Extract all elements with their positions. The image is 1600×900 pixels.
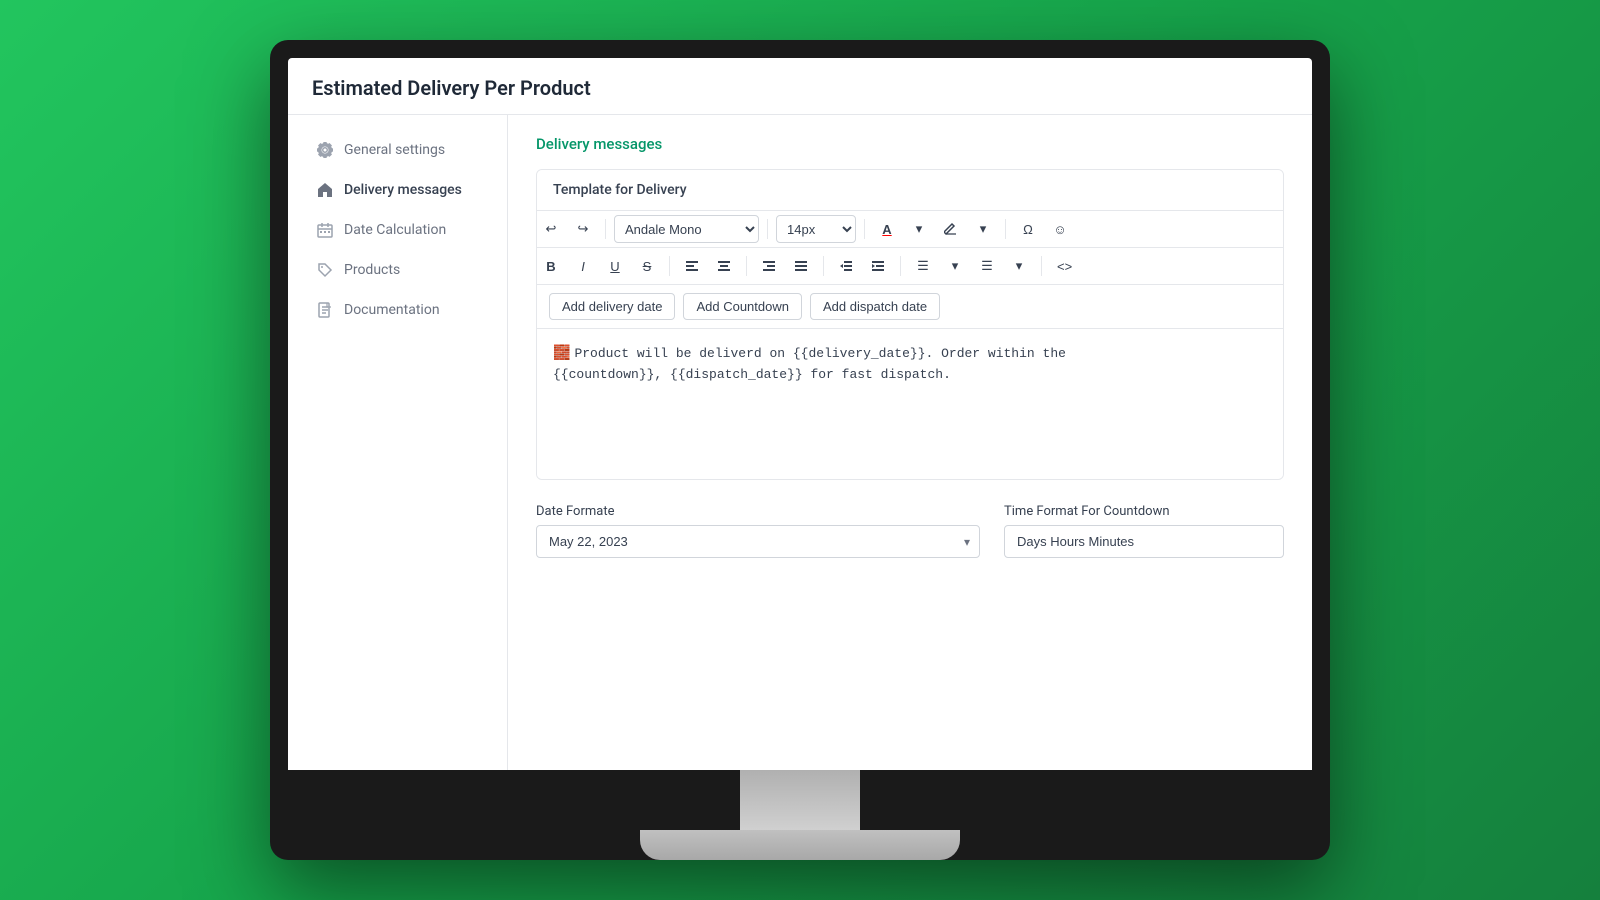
sidebar-item-label: Delivery messages <box>344 182 462 198</box>
date-format-select-wrapper: May 22, 2023 22 May 2023 2023-05-22 ▾ <box>536 525 980 558</box>
toolbar-divider <box>1005 219 1006 239</box>
toolbar-divider <box>767 219 768 239</box>
insert-row: Add delivery date Add Countdown Add disp… <box>537 285 1283 329</box>
indent-button[interactable] <box>864 252 892 280</box>
sidebar-item-label: Products <box>344 262 400 278</box>
time-format-label: Time Format For Countdown <box>1004 504 1284 519</box>
editor-card: Template for Delivery ↩ ↪ Andale Mono Ar… <box>536 169 1284 480</box>
form-row: Date Formate May 22, 2023 22 May 2023 20… <box>536 504 1284 558</box>
highlight-button[interactable] <box>937 215 965 243</box>
sidebar-item-products[interactable]: Products <box>296 251 499 289</box>
justify-button[interactable] <box>787 252 815 280</box>
emoji-button[interactable]: ☺ <box>1046 215 1074 243</box>
align-left-button[interactable] <box>678 252 706 280</box>
editor-content-area[interactable]: 🧱 Product will be deliverd on {{delivery_… <box>537 329 1283 479</box>
bold-button[interactable]: B <box>537 252 565 280</box>
toolbar-divider <box>823 256 824 276</box>
tag-icon <box>316 261 334 279</box>
house-icon <box>316 181 334 199</box>
add-countdown-button[interactable]: Add Countdown <box>683 293 802 320</box>
sidebar-item-documentation[interactable]: Documentation <box>296 291 499 329</box>
align-center-button[interactable] <box>710 252 738 280</box>
monitor-stand-neck <box>740 770 860 830</box>
toolbar-divider <box>1041 256 1042 276</box>
app-title: Estimated Delivery Per Product <box>312 76 1288 100</box>
sidebar-item-label: General settings <box>344 142 445 158</box>
text-color-button[interactable]: A <box>873 215 901 243</box>
font-size-select[interactable]: 14px 12px 16px 18px <box>776 215 856 243</box>
highlight-dropdown-button[interactable]: ▾ <box>969 215 997 243</box>
font-family-select[interactable]: Andale Mono Arial Times New Roman <box>614 215 759 243</box>
sidebar-item-date-calculation[interactable]: Date Calculation <box>296 211 499 249</box>
code-button[interactable]: <> <box>1050 252 1079 280</box>
document-icon <box>316 301 334 319</box>
list-dropdown-button[interactable]: ▾ <box>941 252 969 280</box>
toolbar-divider <box>864 219 865 239</box>
content-line1: Product will be deliverd on {{delivery_d… <box>574 346 1065 361</box>
toolbar-divider <box>746 256 747 276</box>
editor-card-title: Template for Delivery <box>537 170 1283 211</box>
content-emoji: 🧱 <box>553 343 570 365</box>
ordered-list-dropdown-button[interactable]: ▾ <box>1005 252 1033 280</box>
date-format-select[interactable]: May 22, 2023 22 May 2023 2023-05-22 <box>536 525 980 558</box>
align-right-button[interactable] <box>755 252 783 280</box>
toolbar-divider <box>669 256 670 276</box>
sidebar: General settings Delivery messages <box>288 115 508 770</box>
omega-button[interactable]: Ω <box>1014 215 1042 243</box>
section-title: Delivery messages <box>536 135 1284 153</box>
toolbar-divider <box>900 256 901 276</box>
color-dropdown-button[interactable]: ▾ <box>905 215 933 243</box>
toolbar-row-2: B I U S <box>537 248 1283 285</box>
add-dispatch-date-button[interactable]: Add dispatch date <box>810 293 940 320</box>
outdent-button[interactable] <box>832 252 860 280</box>
sidebar-item-label: Documentation <box>344 302 440 318</box>
toolbar-divider <box>605 219 606 239</box>
main-content: Delivery messages Template for Delivery … <box>508 115 1312 770</box>
gear-icon <box>316 141 334 159</box>
undo-button[interactable]: ↩ <box>537 215 565 243</box>
ordered-list-button[interactable]: ☰ <box>973 252 1001 280</box>
bullet-list-button[interactable]: ☰ <box>909 252 937 280</box>
sidebar-item-general-settings[interactable]: General settings <box>296 131 499 169</box>
monitor-stand-base <box>640 830 960 860</box>
time-format-field: Time Format For Countdown <box>1004 504 1284 558</box>
sidebar-item-label: Date Calculation <box>344 222 446 238</box>
date-format-field: Date Formate May 22, 2023 22 May 2023 20… <box>536 504 980 558</box>
time-format-input[interactable] <box>1004 525 1284 558</box>
strikethrough-button[interactable]: S <box>633 252 661 280</box>
add-delivery-date-button[interactable]: Add delivery date <box>549 293 675 320</box>
sidebar-item-delivery-messages[interactable]: Delivery messages <box>296 171 499 209</box>
italic-button[interactable]: I <box>569 252 597 280</box>
app-header: Estimated Delivery Per Product <box>288 58 1312 115</box>
date-format-label: Date Formate <box>536 504 980 519</box>
toolbar-row-1: ↩ ↪ Andale Mono Arial Times New Roman 14… <box>537 211 1283 248</box>
content-line2: {{countdown}}, {{dispatch_date}} for fas… <box>553 367 951 382</box>
underline-button[interactable]: U <box>601 252 629 280</box>
calendar-icon <box>316 221 334 239</box>
redo-button[interactable]: ↪ <box>569 215 597 243</box>
